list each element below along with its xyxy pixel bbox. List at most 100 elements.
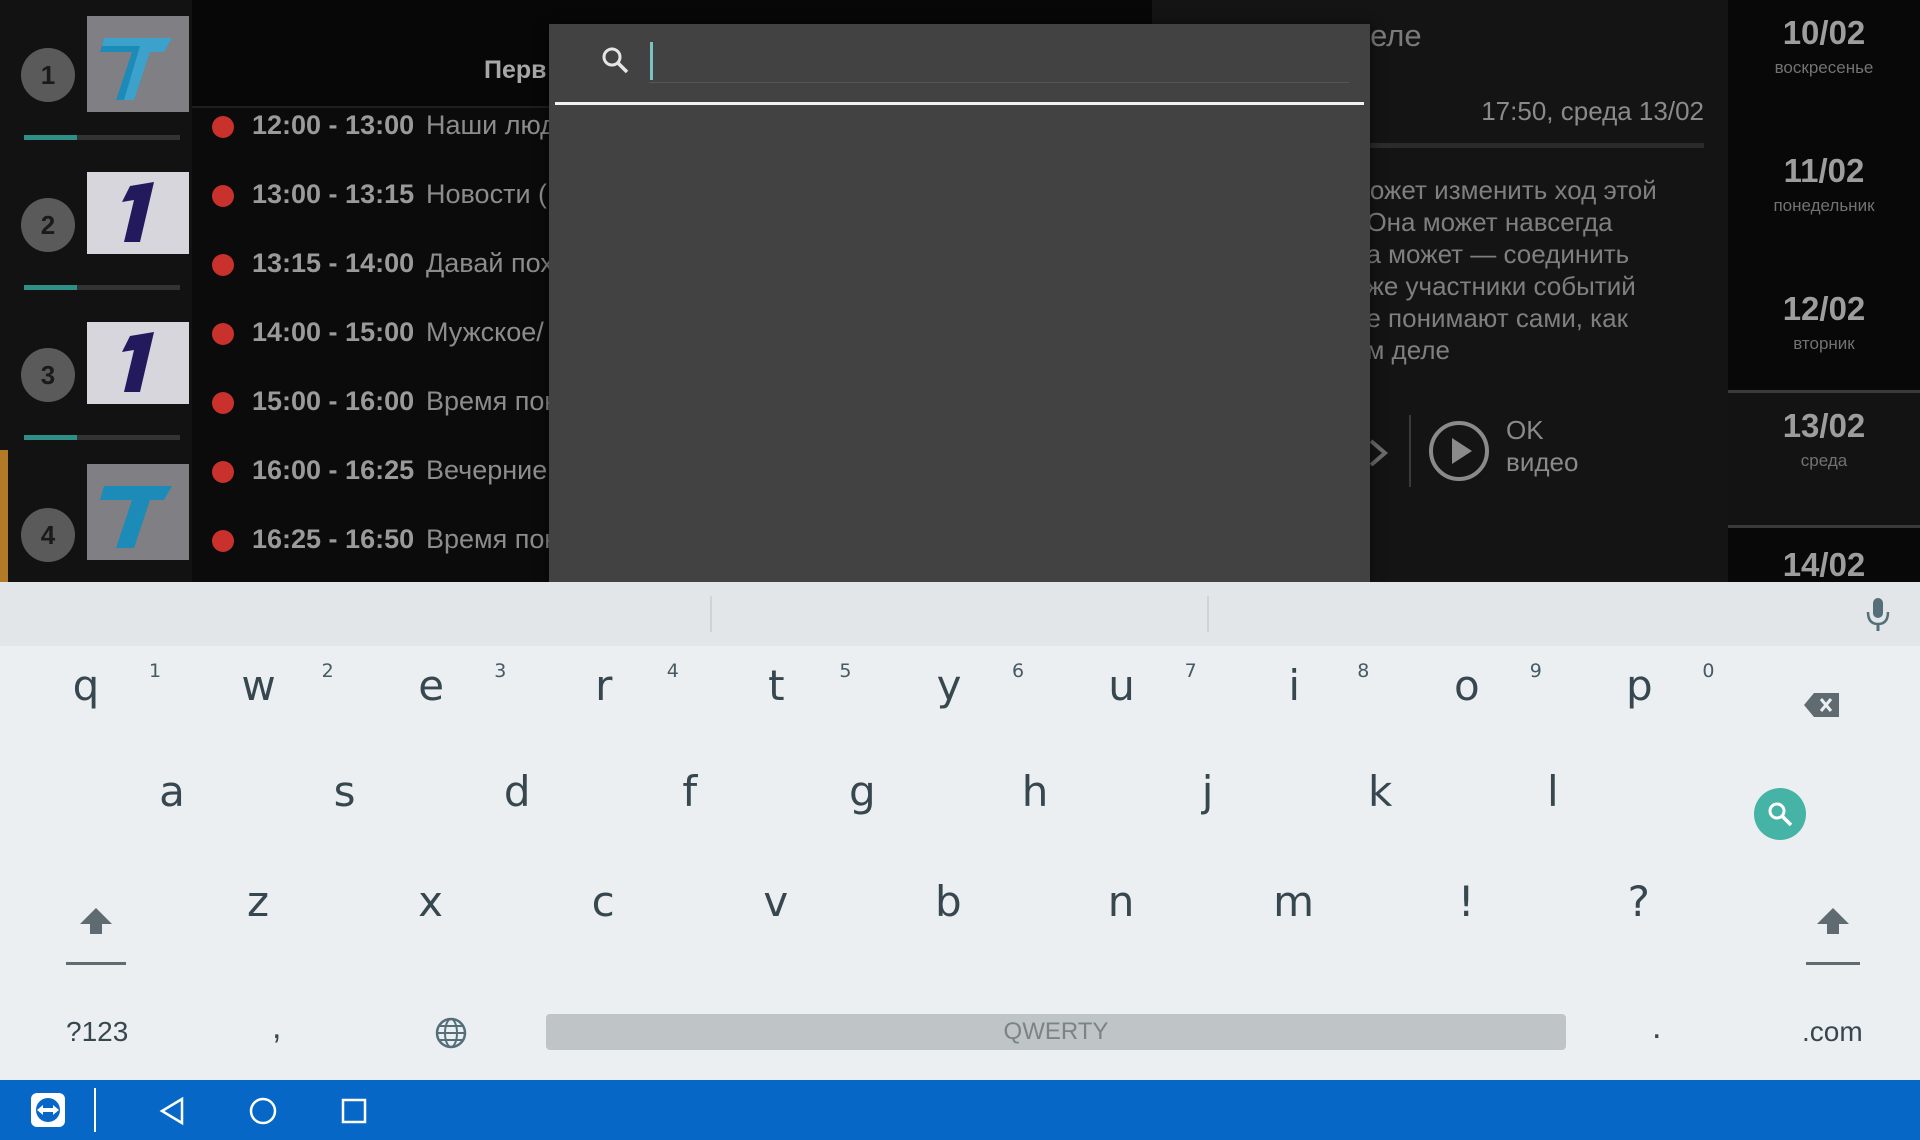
- key-g[interactable]: g: [776, 740, 948, 844]
- search-dialog: [549, 24, 1370, 582]
- microphone-icon[interactable]: [1862, 596, 1894, 632]
- shift-icon[interactable]: [78, 906, 114, 936]
- globe-icon[interactable]: [434, 1016, 468, 1050]
- date-item[interactable]: 10/02 воскресенье: [1728, 0, 1920, 138]
- key-hint-t: 5: [839, 660, 852, 682]
- description-line: , а может — соединить: [1352, 239, 1630, 269]
- live-dot-icon: [212, 116, 234, 138]
- date-item-selected[interactable]: 13/02 среда: [1728, 390, 1920, 528]
- space-key[interactable]: QWERTY: [546, 1014, 1566, 1050]
- key-p[interactable]: p: [1553, 634, 1725, 738]
- ok-video-label-line2: видео: [1506, 447, 1579, 477]
- program-time: 12:00 - 13:00: [252, 110, 415, 140]
- key-w[interactable]: w: [173, 634, 345, 738]
- key-e[interactable]: e: [345, 634, 517, 738]
- teamviewer-icon[interactable]: [30, 1092, 66, 1128]
- key-exclamation[interactable]: !: [1380, 850, 1552, 954]
- key-question[interactable]: ?: [1553, 850, 1725, 954]
- program-name: Вечерние: [426, 455, 548, 485]
- search-divider: [555, 102, 1364, 105]
- channel-progress: [24, 135, 180, 140]
- key-f[interactable]: f: [604, 740, 776, 844]
- key-y[interactable]: y: [863, 634, 1035, 738]
- date-day: 12/02: [1782, 290, 1866, 327]
- description-line: не понимают сами, как: [1352, 303, 1628, 333]
- key-b[interactable]: b: [862, 850, 1034, 954]
- period-key[interactable]: .: [1652, 1008, 1661, 1047]
- program-name: Новости (: [426, 179, 548, 209]
- key-l[interactable]: l: [1467, 740, 1639, 844]
- key-d[interactable]: d: [431, 740, 603, 844]
- key-n[interactable]: n: [1035, 850, 1207, 954]
- system-navigation-bar: [0, 1080, 1920, 1140]
- ok-video-label-line1: OK: [1506, 415, 1544, 445]
- date-weekday: среда: [1800, 451, 1848, 470]
- channel-title: Перв: [484, 56, 547, 84]
- ok-video-link[interactable]: OK видео: [1506, 414, 1578, 478]
- dotcom-key[interactable]: .com: [1802, 1016, 1863, 1048]
- key-k[interactable]: k: [1294, 740, 1466, 844]
- search-input-underline: [649, 82, 1349, 83]
- comma-key[interactable]: ,: [272, 1008, 281, 1047]
- program-time: 15:00 - 16:00: [252, 386, 415, 416]
- channel-item-active[interactable]: 4: [0, 450, 192, 582]
- play-icon[interactable]: [1428, 420, 1490, 482]
- date-item[interactable]: 14/02: [1728, 532, 1920, 582]
- search-icon: [602, 47, 629, 74]
- key-s[interactable]: s: [259, 740, 431, 844]
- key-i[interactable]: i: [1208, 634, 1380, 738]
- date-weekday: воскресенье: [1774, 58, 1874, 77]
- date-list: 10/02 воскресенье 11/02 понедельник 12/0…: [1728, 0, 1920, 582]
- description-line: ом деле: [1352, 335, 1450, 365]
- key-j[interactable]: j: [1122, 740, 1294, 844]
- key-hint-u: 7: [1184, 660, 1197, 682]
- symbols-key[interactable]: ?123: [66, 1016, 128, 1048]
- key-m[interactable]: m: [1208, 850, 1380, 954]
- recents-icon[interactable]: [340, 1097, 368, 1125]
- nav-divider: [94, 1088, 96, 1132]
- search-input[interactable]: [649, 38, 1349, 84]
- key-x[interactable]: x: [345, 850, 517, 954]
- live-dot-icon: [212, 254, 234, 276]
- suggestion-divider: [710, 596, 712, 632]
- channel-one-logo: [87, 322, 189, 404]
- key-r[interactable]: r: [518, 634, 690, 738]
- key-hint-i: 8: [1357, 660, 1370, 682]
- key-z[interactable]: z: [172, 850, 344, 954]
- search-icon: [1768, 802, 1793, 827]
- channel-item[interactable]: 2: [0, 150, 192, 300]
- channel-item[interactable]: 1: [0, 0, 192, 150]
- live-dot-icon: [212, 461, 234, 483]
- back-icon[interactable]: [158, 1096, 186, 1126]
- key-h[interactable]: h: [949, 740, 1121, 844]
- key-hint-r: 4: [666, 660, 679, 682]
- channel-progress: [24, 285, 180, 290]
- program-time: 13:15 - 14:00: [252, 248, 415, 278]
- shift-icon[interactable]: [1815, 906, 1851, 936]
- channel-one-logo: [87, 172, 189, 254]
- key-q[interactable]: q: [0, 634, 172, 738]
- key-hint-q: 1: [149, 660, 162, 682]
- key-c[interactable]: c: [517, 850, 689, 954]
- channel-one-logo: [87, 464, 189, 560]
- key-t[interactable]: t: [690, 634, 862, 738]
- shift-indicator: [1806, 962, 1860, 965]
- key-u[interactable]: u: [1036, 634, 1208, 738]
- divider: [1409, 415, 1411, 487]
- key-o[interactable]: o: [1381, 634, 1553, 738]
- live-dot-icon: [212, 530, 234, 552]
- suggestion-divider: [1207, 596, 1209, 632]
- date-item[interactable]: 11/02 понедельник: [1728, 138, 1920, 276]
- key-v[interactable]: v: [690, 850, 862, 954]
- keyboard-search-button[interactable]: [1754, 788, 1806, 840]
- channel-list: 1 2 3 4: [0, 0, 192, 582]
- key-a[interactable]: a: [86, 740, 258, 844]
- channel-one-logo: [87, 16, 189, 112]
- key-hint-p: 0: [1702, 660, 1715, 682]
- search-field[interactable]: [555, 24, 1364, 104]
- channel-item[interactable]: 3: [0, 300, 192, 450]
- backspace-icon[interactable]: [1802, 690, 1842, 720]
- description-line: может изменить ход этой: [1352, 175, 1657, 205]
- home-icon[interactable]: [248, 1096, 278, 1126]
- description-line: аже участники событий: [1352, 271, 1636, 301]
